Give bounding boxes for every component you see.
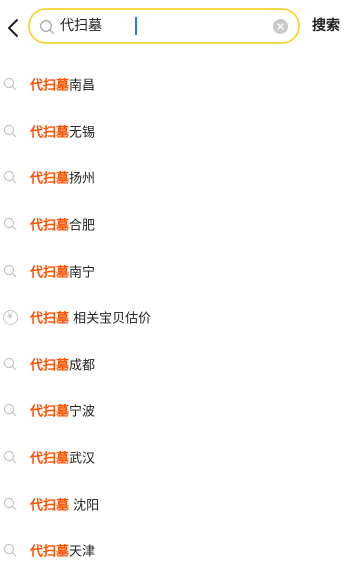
suggestion-highlight: 代扫墓 [30,451,70,467]
suggestion-highlight: 代扫墓 [30,404,70,420]
suggestion-item[interactable]: 代扫墓 沈阳 [0,480,351,527]
suggestion-rest: 南宁 [69,265,96,281]
chevron-left-icon [8,19,18,37]
suggestion-item[interactable]: 代扫墓成都 [0,341,351,388]
suggestion-text: 代扫墓无锡 [30,121,95,140]
suggestion-rest: 沈阳 [69,498,100,514]
suggestion-text: 代扫墓合肥 [30,215,95,234]
suggestion-highlight: 代扫墓 [30,78,70,94]
suggestion-highlight: 代扫墓 [30,358,70,374]
suggestion-text: 代扫墓武汉 [30,448,95,467]
suggestion-text: 代扫墓南昌 [30,75,95,94]
search-icon [2,263,18,279]
suggestion-item[interactable]: 代扫墓天津 [0,527,351,574]
suggestion-item[interactable]: 代扫墓无锡 [0,108,351,155]
suggestion-text: 代扫墓扬州 [30,168,95,187]
suggestion-highlight: 代扫墓 [30,218,70,234]
suggestion-rest: 天津 [69,544,96,560]
text-cursor [135,17,137,35]
suggestion-item[interactable]: 代扫墓南宁 [0,247,351,294]
suggestion-text: 代扫墓成都 [30,354,95,373]
suggestion-highlight: 代扫墓 [30,544,70,560]
search-icon [2,216,18,232]
search-icon [2,356,18,372]
suggestion-rest: 无锡 [69,125,96,141]
suggestion-list: 代扫墓南昌 代扫墓无锡 代扫墓扬州 代扫墓合肥 代扫墓南宁 ¥ 代扫墓 相关宝贝… [0,61,351,574]
suggestion-item[interactable]: 代扫墓南昌 [0,61,351,108]
suggestion-highlight: 代扫墓 [30,498,70,514]
search-icon [2,496,18,512]
suggestion-item[interactable]: 代扫墓武汉 [0,434,351,481]
suggestion-rest: 武汉 [69,451,96,467]
suggestion-rest: 南昌 [69,78,96,94]
suggestion-rest: 成都 [69,358,96,374]
search-header: 搜索 [0,8,351,48]
suggestion-highlight: 代扫墓 [30,171,70,187]
search-input[interactable] [60,16,240,36]
search-icon [2,76,18,92]
search-icon [2,169,18,185]
search-icon [2,542,18,558]
suggestion-rest: 宁波 [69,404,96,420]
back-button[interactable] [2,16,24,40]
suggestion-text: 代扫墓南宁 [30,261,95,280]
search-icon [2,402,18,418]
suggestion-text: 代扫墓天津 [30,541,95,560]
search-icon [2,449,18,465]
suggestion-rest: 相关宝贝估价 [69,311,152,327]
suggestion-text: 代扫墓 相关宝贝估价 [30,308,151,327]
suggestion-text: 代扫墓宁波 [30,401,95,420]
suggestion-highlight: 代扫墓 [30,265,70,281]
suggestion-item[interactable]: 代扫墓扬州 [0,154,351,201]
suggestion-rest: 合肥 [69,218,96,234]
suggestion-highlight: 代扫墓 [30,311,70,327]
search-icon [40,20,54,34]
suggestion-item[interactable]: 代扫墓合肥 [0,201,351,248]
clear-button[interactable] [273,19,288,34]
yuan-icon: ¥ [2,309,18,325]
close-icon [277,23,284,30]
suggestion-text: 代扫墓 沈阳 [30,494,99,513]
search-page: 搜索 代扫墓南昌 代扫墓无锡 代扫墓扬州 代扫墓合肥 [0,0,351,586]
suggestion-highlight: 代扫墓 [30,125,70,141]
suggestion-item-price-estimate[interactable]: ¥ 代扫墓 相关宝贝估价 [0,294,351,341]
search-icon [2,123,18,139]
search-button[interactable]: 搜索 [312,15,340,35]
suggestion-item[interactable]: 代扫墓宁波 [0,387,351,434]
suggestion-rest: 扬州 [69,171,96,187]
search-box[interactable] [28,8,300,44]
